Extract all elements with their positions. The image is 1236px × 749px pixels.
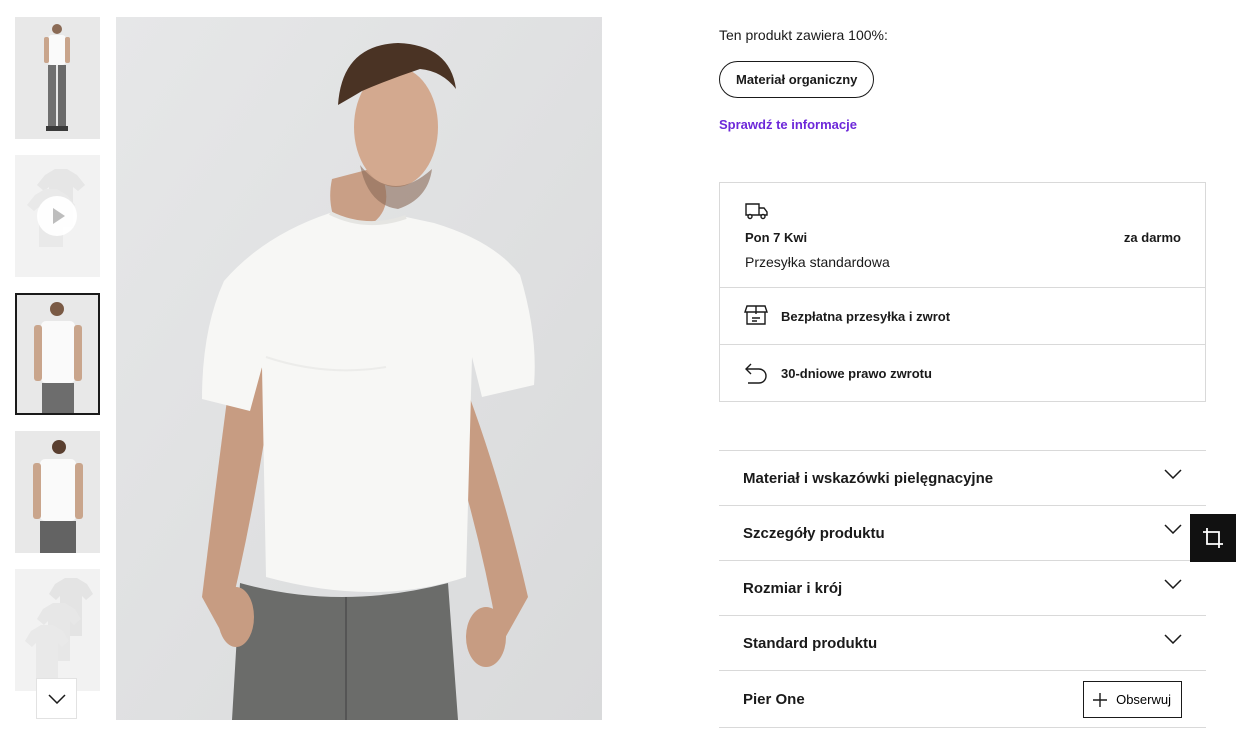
truck-icon xyxy=(745,203,768,220)
crop-icon xyxy=(1203,528,1223,548)
accordion-title: Materiał i wskazówki pielęgnacyjne xyxy=(743,470,994,487)
follow-brand-button[interactable]: Obserwuj xyxy=(1083,681,1182,718)
accordion-title: Szczegóły produktu xyxy=(743,525,885,542)
accordion-material-care[interactable]: Materiał i wskazówki pielęgnacyjne xyxy=(719,451,1206,506)
composition-text: Ten produkt zawiera 100%: xyxy=(719,27,888,43)
returns-row: 30-dniowe prawo zwrotu xyxy=(720,345,1205,402)
play-icon[interactable] xyxy=(37,196,77,236)
model-front-image xyxy=(15,293,100,415)
free-shipping-row: Bezpłatna przesyłka i zwrot xyxy=(720,288,1205,345)
brand-name[interactable]: Pier One xyxy=(743,691,805,708)
chevron-down-icon xyxy=(1164,469,1182,479)
accordion-title: Rozmiar i krój xyxy=(743,580,843,597)
main-product-image[interactable] xyxy=(116,17,602,720)
product-accordion: Materiał i wskazówki pielęgnacyjne Szcze… xyxy=(719,450,1206,728)
thumbnail-back[interactable] xyxy=(15,431,100,553)
plus-icon xyxy=(1093,692,1108,707)
chevron-down-icon xyxy=(1164,634,1182,644)
delivery-method: Przesyłka standardowa xyxy=(745,254,890,270)
returns-label: 30-dniowe prawo zwrotu xyxy=(781,366,932,381)
thumbnail-video[interactable] xyxy=(15,155,100,277)
return-arrow-icon xyxy=(745,363,767,384)
thumbnails-scroll-down-button[interactable] xyxy=(36,678,77,719)
chevron-down-icon xyxy=(1164,524,1182,534)
chevron-down-icon xyxy=(1164,579,1182,589)
material-pill[interactable]: Materiał organiczny xyxy=(719,61,875,98)
delivery-standard: Pon 7 Kwi za darmo Przesyłka standardowa xyxy=(720,183,1205,288)
accordion-product-standard[interactable]: Standard produktu xyxy=(719,616,1206,671)
model-full-body-image xyxy=(15,17,100,139)
delivery-date: Pon 7 Kwi xyxy=(745,230,808,245)
thumbnail-pack[interactable] xyxy=(15,569,100,691)
accordion-product-details[interactable]: Szczegóły produktu xyxy=(719,506,1206,561)
check-info-link[interactable]: Sprawdź te informacje xyxy=(719,117,857,132)
free-shipping-label: Bezpłatna przesyłka i zwrot xyxy=(781,309,951,324)
package-return-icon xyxy=(744,305,768,325)
delivery-box: Pon 7 Kwi za darmo Przesyłka standardowa… xyxy=(719,182,1206,402)
model-photo xyxy=(116,17,602,720)
thumbnail-full-body[interactable] xyxy=(15,17,100,139)
follow-label: Obserwuj xyxy=(1116,692,1171,707)
brand-row: Pier One Obserwuj xyxy=(719,671,1206,728)
thumbnail-front[interactable] xyxy=(15,293,100,415)
tshirt-stack-image xyxy=(15,569,100,691)
chevron-down-icon xyxy=(47,693,66,704)
accordion-title: Standard produktu xyxy=(743,635,878,652)
floating-crop-button[interactable] xyxy=(1190,514,1236,562)
accordion-size-fit[interactable]: Rozmiar i krój xyxy=(719,561,1206,616)
model-back-image xyxy=(15,431,100,553)
delivery-price: za darmo xyxy=(1123,230,1181,245)
